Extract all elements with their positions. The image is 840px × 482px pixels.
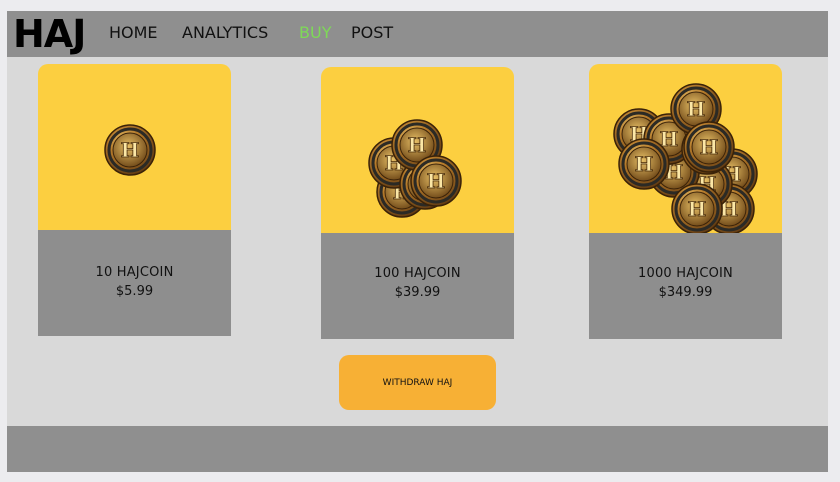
- product-info: 1000 HAJCOIN $349.99: [589, 233, 782, 339]
- product-price: $39.99: [394, 285, 441, 300]
- product-image: [589, 64, 782, 233]
- nav-home[interactable]: HOME: [109, 23, 158, 43]
- app-frame: HAJ HOME ANALYTICS BUY POST 10 HAJCOIN $…: [7, 11, 828, 472]
- withdraw-button[interactable]: WITHDRAW HAJ: [339, 355, 496, 410]
- top-nav-bar: HAJ HOME ANALYTICS BUY POST: [7, 11, 828, 57]
- product-image: [321, 67, 514, 233]
- product-price: $5.99: [115, 284, 154, 299]
- coin-stack-icon: [367, 118, 463, 219]
- nav-buy[interactable]: BUY: [299, 23, 331, 43]
- nav-analytics[interactable]: ANALYTICS: [182, 23, 268, 43]
- logo[interactable]: HAJ: [13, 13, 86, 55]
- nav-post[interactable]: POST: [351, 23, 393, 43]
- product-name: 1000 HAJCOIN: [638, 266, 733, 281]
- product-name: 100 HAJCOIN: [374, 266, 461, 281]
- product-image: [38, 64, 231, 230]
- product-name: 10 HAJCOIN: [95, 265, 174, 280]
- product-info: 10 HAJCOIN $5.99: [38, 230, 231, 336]
- product-info: 100 HAJCOIN $39.99: [321, 233, 514, 339]
- product-price: $349.99: [658, 285, 713, 300]
- coin-pile-icon: [612, 82, 759, 233]
- single-coin-icon: [103, 123, 157, 177]
- footer-bar: [7, 426, 828, 472]
